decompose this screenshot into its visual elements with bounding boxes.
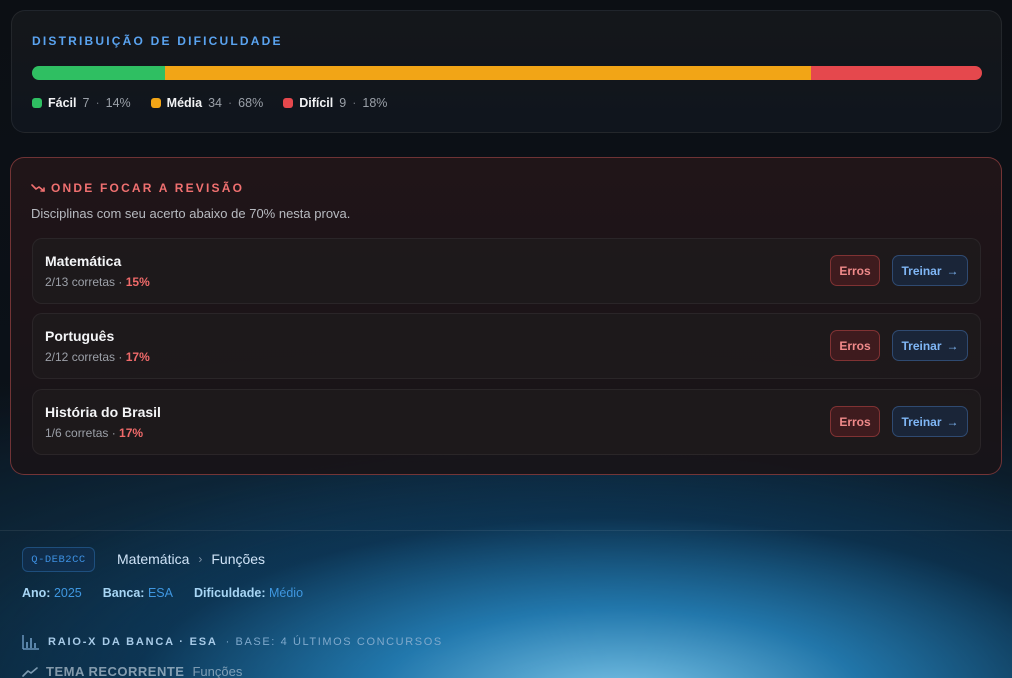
erros-button[interactable]: Erros	[830, 255, 880, 286]
treinar-label: Treinar	[901, 338, 942, 353]
meta-key: Dificuldade:	[193, 586, 266, 600]
topic-row: História do Brasil 1/6 corretas · 17% Er…	[32, 389, 981, 455]
erros-button[interactable]: Erros	[830, 330, 880, 361]
topic-percent: 15%	[125, 275, 150, 289]
topic-percent: 17%	[119, 426, 144, 440]
legend-dot-dificil	[283, 98, 294, 108]
treinar-button[interactable]: Treinar →	[892, 406, 968, 437]
segment-media	[165, 66, 811, 80]
legend-item-dificil: Difícil 9 · 18%	[283, 96, 387, 110]
raio-x-base: · BASE: 4 ÚLTIMOS CONCURSOS	[225, 636, 443, 648]
question-meta: Ano: 2025 Banca: ESA Dificuldade: Médio	[22, 586, 303, 600]
focus-review-title-text: ONDE FOCAR A REVISÃO	[51, 181, 245, 195]
legend-item-facil: Fácil 7 · 14%	[32, 96, 131, 110]
treinar-button[interactable]: Treinar →	[892, 255, 968, 286]
meta-key: Banca:	[102, 586, 145, 600]
difficulty-distribution-title: DISTRIBUIÇÃO DE DIFICULDADE	[32, 34, 283, 48]
legend-separator: ·	[228, 96, 233, 110]
topic-score: 2/12 corretas · 17%	[45, 350, 150, 364]
topic-score: 1/6 corretas · 17%	[45, 426, 144, 440]
topic-percent: 17%	[125, 350, 150, 364]
meta-value: Médio	[268, 586, 304, 600]
topic-score: 2/13 corretas · 15%	[45, 275, 150, 289]
topic-row: Matemática 2/13 corretas · 15% Erros Tre…	[32, 238, 981, 304]
legend-label: Média	[166, 96, 203, 110]
chevron-right-icon: ›	[198, 552, 203, 566]
legend-count: 9	[339, 96, 347, 110]
arrow-right-icon: →	[946, 263, 959, 278]
focus-review-card: ONDE FOCAR A REVISÃO Disciplinas com seu…	[10, 157, 1002, 475]
topic-correct: 2/13 corretas	[45, 275, 116, 289]
breadcrumb-topic[interactable]: Funções	[211, 551, 265, 567]
trend-up-icon	[22, 666, 38, 677]
breadcrumb-subject[interactable]: Matemática	[117, 551, 189, 567]
focus-review-subtitle: Disciplinas com seu acerto abaixo de 70%…	[31, 206, 351, 221]
breadcrumb: Matemática › Funções	[117, 551, 265, 567]
topic-name: História do Brasil	[45, 404, 161, 420]
legend-dot-media	[150, 98, 161, 108]
meta-key: Ano:	[22, 586, 51, 600]
topic-correct: 1/6 corretas	[45, 426, 109, 440]
legend-separator: ·	[352, 96, 357, 110]
legend-label: Fácil	[48, 96, 77, 110]
legend-pct: 14%	[105, 96, 131, 110]
difficulty-legend: Fácil 7 · 14% Média 34 · 68% Difícil 9 ·…	[32, 96, 387, 110]
meta-value: ESA	[147, 586, 173, 600]
legend-label: Difícil	[299, 96, 334, 110]
arrow-right-icon: →	[946, 414, 959, 429]
topic-name: Matemática	[45, 253, 122, 269]
treinar-button[interactable]: Treinar →	[892, 330, 968, 361]
tema-recorrente: TEMA RECORRENTE Funções	[22, 664, 242, 678]
meta-ano: Ano: 2025	[22, 586, 82, 600]
legend-count: 34	[208, 96, 222, 110]
topic-name: Português	[45, 328, 115, 344]
question-id-badge[interactable]: Q-DEB2CC	[22, 547, 95, 572]
meta-banca: Banca: ESA	[103, 586, 173, 600]
segment-facil	[32, 66, 165, 80]
legend-separator: ·	[95, 96, 100, 110]
legend-pct: 18%	[362, 96, 388, 110]
segment-dificil	[811, 66, 982, 80]
legend-count: 7	[82, 96, 90, 110]
meta-dificuldade: Dificuldade: Médio	[194, 586, 303, 600]
trend-down-icon	[31, 184, 45, 192]
bar-chart-icon	[22, 635, 39, 650]
legend-item-media: Média 34 · 68%	[150, 96, 264, 110]
raio-x-header: RAIO-X DA BANCA · ESA · BASE: 4 ÚLTIMOS …	[22, 634, 443, 650]
topic-correct: 2/12 corretas	[45, 350, 116, 364]
topic-row: Português 2/12 corretas · 17% Erros Trei…	[32, 313, 981, 379]
meta-value: 2025	[53, 586, 82, 600]
difficulty-distribution-card: DISTRIBUIÇÃO DE DIFICULDADE Fácil 7 · 14…	[11, 10, 1002, 133]
section-divider	[0, 530, 1012, 531]
legend-pct: 68%	[238, 96, 264, 110]
treinar-label: Treinar	[901, 414, 942, 429]
treinar-label: Treinar	[901, 263, 942, 278]
raio-x-label: RAIO-X DA BANCA · ESA	[48, 636, 218, 648]
tema-topic: Funções	[192, 664, 243, 678]
erros-button[interactable]: Erros	[830, 406, 880, 437]
difficulty-distribution-bar	[32, 66, 982, 80]
legend-dot-facil	[32, 98, 42, 108]
tema-label: TEMA RECORRENTE	[46, 664, 185, 678]
arrow-right-icon: →	[946, 338, 959, 353]
focus-review-title: ONDE FOCAR A REVISÃO	[31, 181, 244, 195]
